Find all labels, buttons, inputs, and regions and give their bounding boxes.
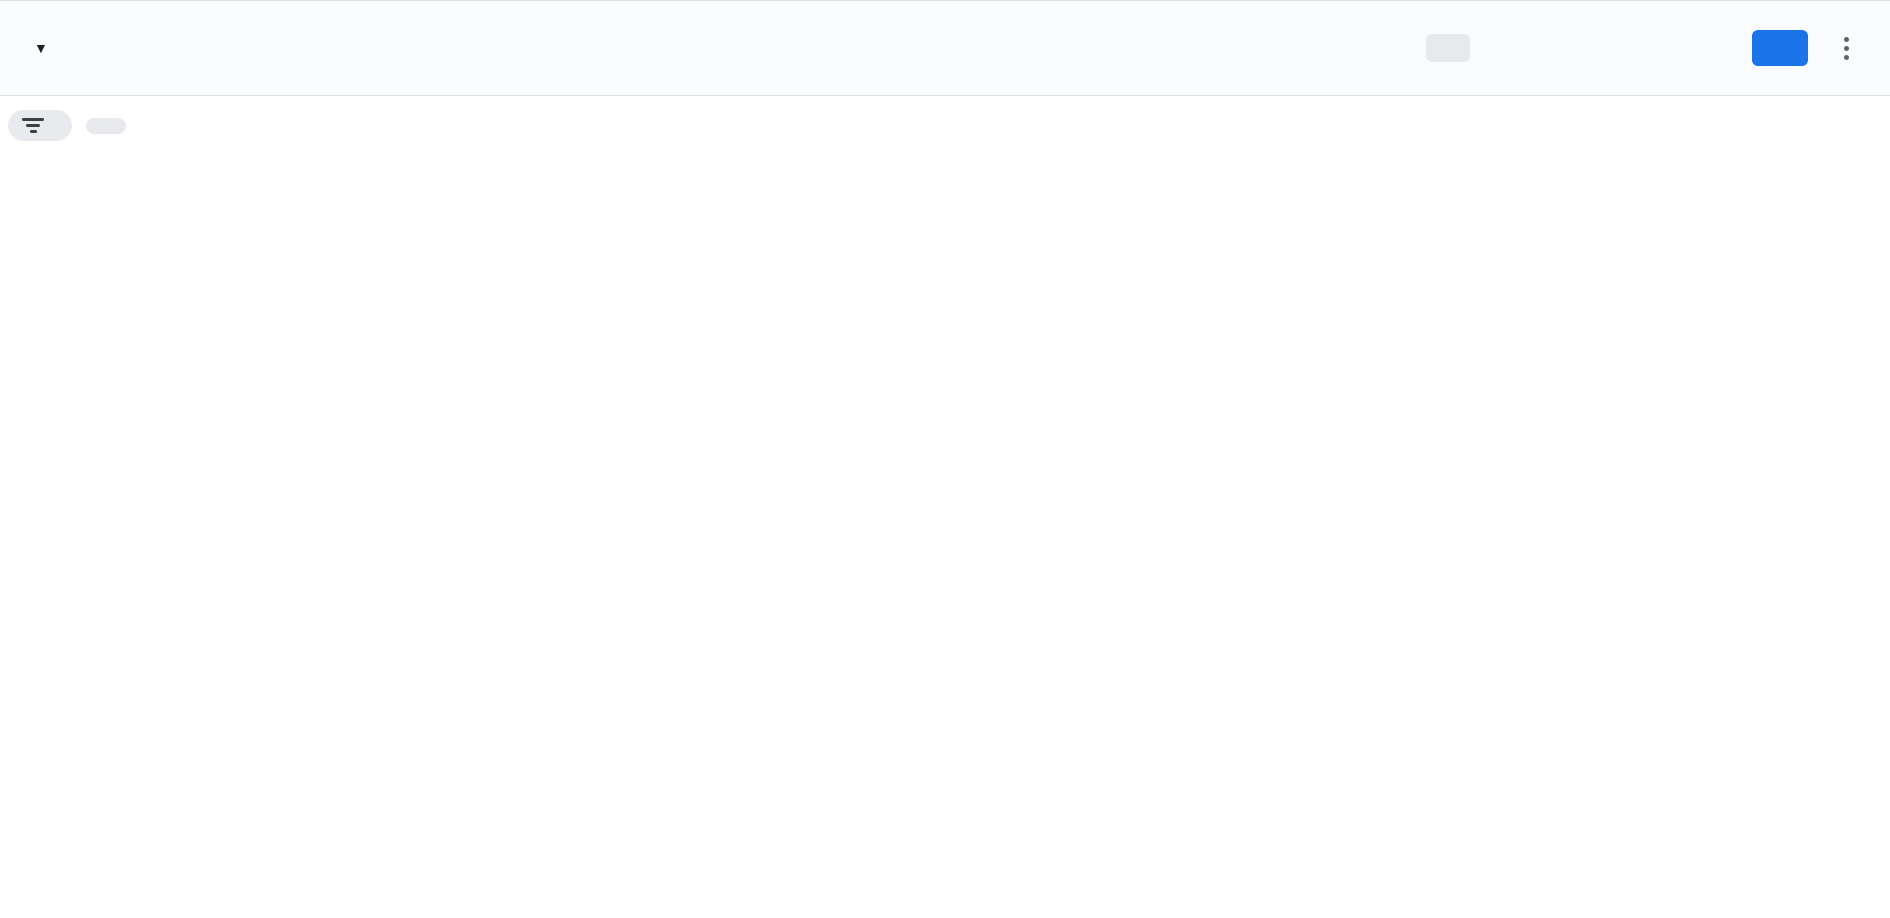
time-range-6h[interactable] xyxy=(1470,34,1514,62)
time-range-1d[interactable] xyxy=(1514,34,1558,62)
filter-chip[interactable] xyxy=(8,110,72,141)
chart-type-selector[interactable]: ▼ xyxy=(24,40,48,57)
chip-row xyxy=(0,96,1890,153)
filter-icon xyxy=(22,118,44,133)
line-chart[interactable] xyxy=(0,153,1890,913)
chevron-down-icon: ▼ xyxy=(34,40,48,57)
save-chart-button[interactable] xyxy=(1752,30,1808,66)
time-range-6w[interactable] xyxy=(1646,34,1690,62)
chart-svg xyxy=(0,153,1890,913)
interval-chip[interactable] xyxy=(86,118,126,134)
time-range-1m[interactable] xyxy=(1602,34,1646,62)
time-range-custom[interactable] xyxy=(1690,34,1734,62)
more-vert-icon xyxy=(1844,37,1849,60)
time-range-1w[interactable] xyxy=(1558,34,1602,62)
chart-toolbar: ▼ xyxy=(0,0,1890,96)
time-range-selector xyxy=(1426,34,1734,62)
toolbar-right xyxy=(1426,28,1866,68)
overflow-menu-button[interactable] xyxy=(1826,28,1866,68)
time-range-1h[interactable] xyxy=(1426,34,1470,62)
